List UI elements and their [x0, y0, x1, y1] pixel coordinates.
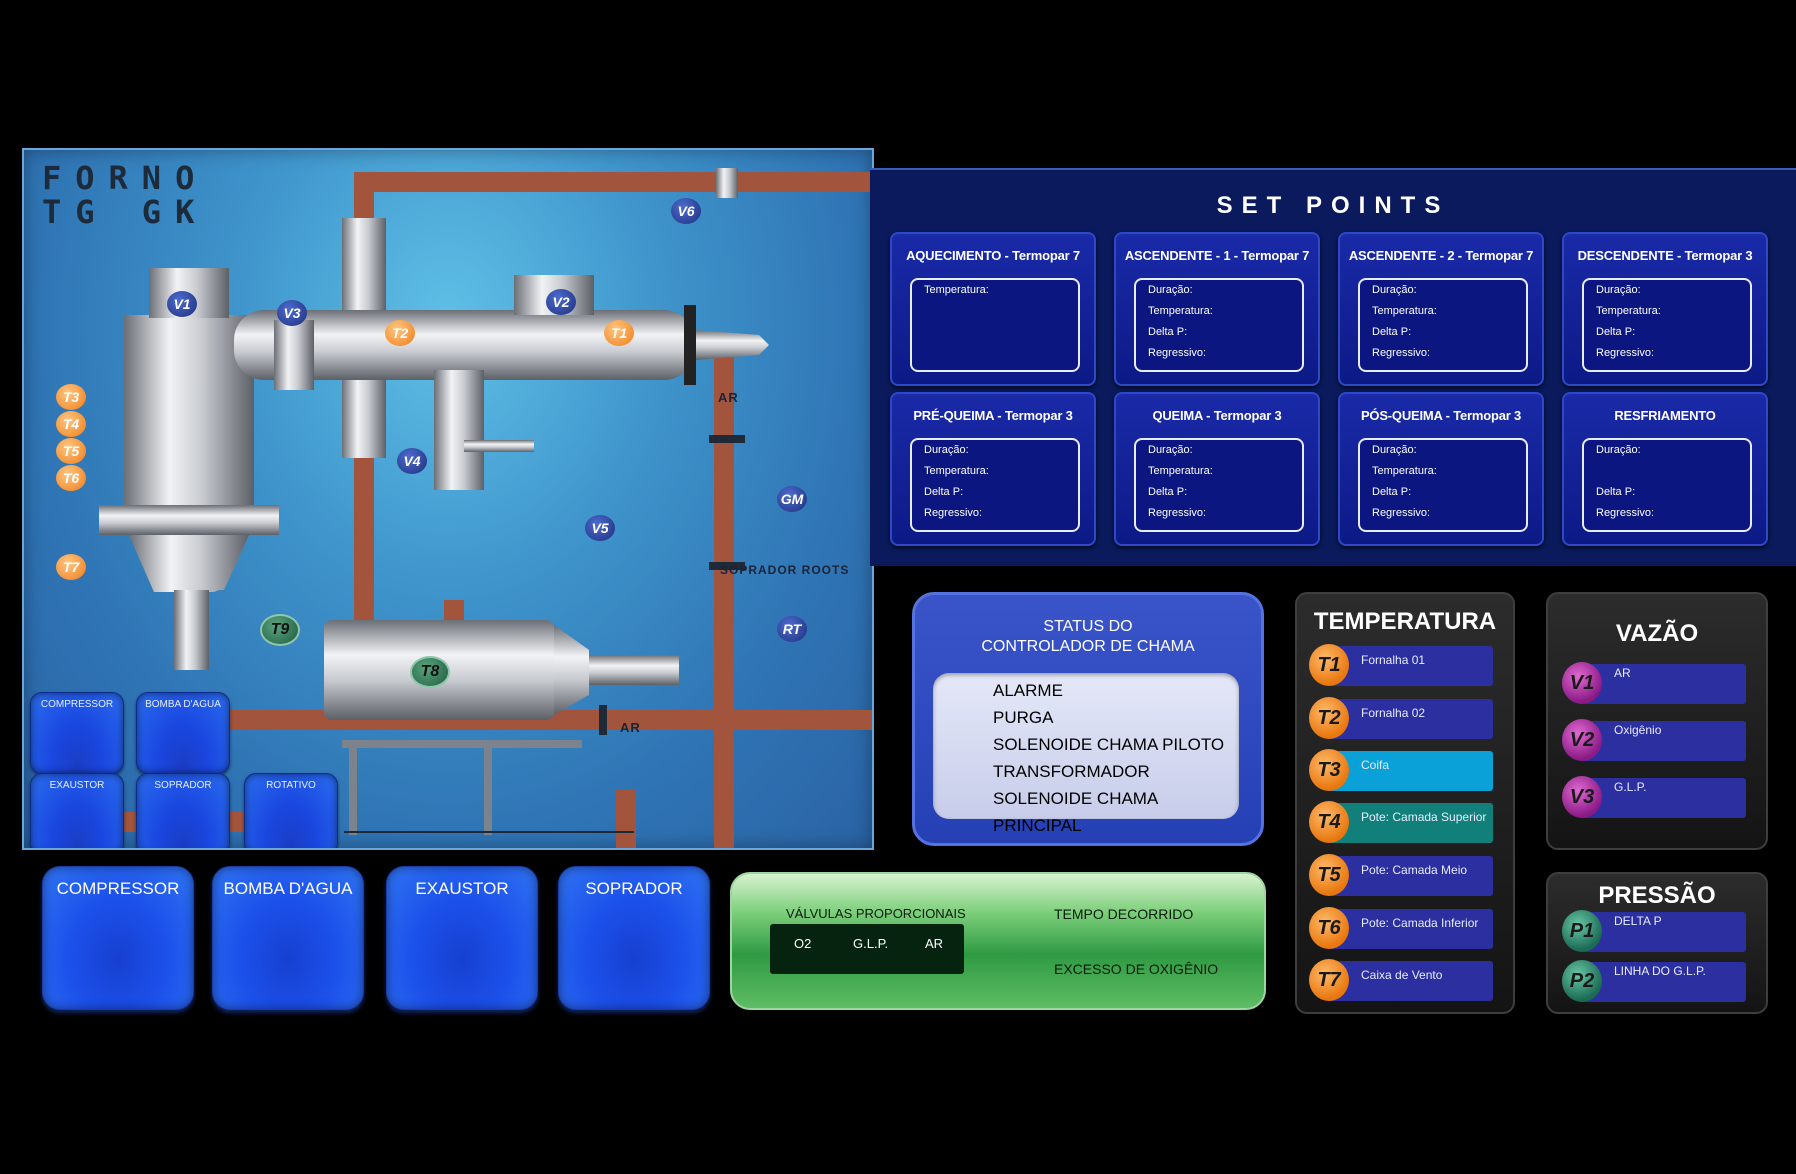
tag-gm[interactable]: GM	[777, 486, 807, 512]
status-title-line2: CONTROLADOR DE CHAMA	[981, 638, 1195, 655]
reactor-base	[174, 590, 209, 670]
heater-cone	[554, 625, 589, 715]
tag-t3[interactable]: T3	[56, 384, 86, 410]
setpoint-card-pos-queima[interactable]: PÓS-QUEIMA - Termopar 3 Duração: Tempera…	[1338, 392, 1544, 546]
descending-pipe	[434, 370, 484, 490]
elapsed-time-label: TEMPO DECORRIDO	[1054, 906, 1194, 922]
mini-button-compressor[interactable]: COMPRESSOR	[30, 692, 124, 774]
pressure-row-p2[interactable]: P2 LINHA DO G.L.P.	[1562, 960, 1746, 1002]
label-ar-bottom: AR	[620, 720, 641, 735]
temperature-title: TEMPERATURA	[1313, 608, 1497, 635]
valve-v4-stem	[464, 440, 534, 452]
setpoint-fields[interactable]: Duração: Temperatura: Delta P: Regressiv…	[1358, 438, 1528, 532]
tag-t1[interactable]: T1	[604, 320, 634, 346]
valve-glp: G.L.P.	[853, 936, 889, 951]
status-list: ALARME PURGA SOLENOIDE CHAMA PILOTO TRAN…	[933, 673, 1239, 835]
tag-t5[interactable]: T5	[56, 438, 86, 464]
valve-v6-body	[716, 168, 738, 198]
flow-panel: VAZÃO V1 AR V2 Oxigênio V3 G.L.P.	[1546, 592, 1768, 850]
temperature-row-t5[interactable]: T5 Pote: Camada Meio	[1309, 854, 1493, 896]
flow-row-v3[interactable]: V3 G.L.P.	[1562, 776, 1746, 818]
status-title-line1: STATUS DO	[1043, 618, 1133, 635]
flame-controller-status-panel: STATUS DO CONTROLADOR DE CHAMA ALARME PU…	[912, 592, 1264, 846]
valve-o2: O2	[794, 936, 812, 951]
label-soprador-roots: SOPRADOR ROOTS	[720, 563, 850, 577]
setpoint-card-queima[interactable]: QUEIMA - Termopar 3 Duração: Temperatura…	[1114, 392, 1320, 546]
proportional-valves-display: O2 G.L.P. AR	[770, 924, 964, 974]
flow-title: VAZÃO	[1615, 620, 1699, 647]
setpoint-card-descendente[interactable]: DESCENDENTE - Termopar 3 Duração: Temper…	[1562, 232, 1768, 386]
setpoint-card-ascendente-1[interactable]: ASCENDENTE - 1 - Termopar 7 Duração: Tem…	[1114, 232, 1320, 386]
mini-button-rotativo[interactable]: ROTATIVO	[244, 773, 338, 848]
status-item-solenoide-principal: SOLENOIDE CHAMA PRINCIPAL	[993, 789, 1158, 835]
tag-t4[interactable]: T4	[56, 411, 86, 437]
setpoint-fields[interactable]: Temperatura:	[910, 278, 1080, 372]
setpoint-fields[interactable]: Duração: Temperatura: Delta P: Regressiv…	[1134, 438, 1304, 532]
setpoint-fields[interactable]: Duração: Temperatura: Delta P: Regressiv…	[1134, 278, 1304, 372]
furnace-title-line2: TG GK	[42, 193, 209, 231]
tag-rt[interactable]: RT	[777, 616, 807, 642]
compressor-button[interactable]: COMPRESSOR	[42, 866, 194, 1010]
temperature-row-t3[interactable]: T3 Coifa	[1309, 749, 1493, 791]
oxygen-excess-label: EXCESSO DE OXIGÊNIO	[1054, 961, 1219, 977]
status-item-alarme: ALARME	[993, 681, 1063, 700]
heater-stand	[342, 740, 582, 748]
temperature-row-t4[interactable]: T4 Pote: Camada Superior	[1309, 801, 1493, 843]
process-info-panel: VÁLVULAS PROPORCIONAIS O2 G.L.P. AR TEMP…	[730, 872, 1266, 1010]
setpoints-title: SET POINTS	[1216, 192, 1450, 219]
setpoint-fields[interactable]: Duração: Temperatura: Delta P: Regressiv…	[1582, 278, 1752, 372]
tag-v3[interactable]: V3	[277, 300, 307, 326]
tag-t6[interactable]: T6	[56, 465, 86, 491]
status-item-solenoide-piloto: SOLENOIDE CHAMA PILOTO	[993, 735, 1225, 754]
furnace-title-line1: FORNO	[42, 159, 209, 197]
temperature-row-t2[interactable]: T2 Fornalha 02	[1309, 697, 1493, 739]
temperature-row-t7[interactable]: T7 Caixa de Vento	[1309, 959, 1493, 1001]
temperature-row-t6[interactable]: T6 Pote: Camada Inferior	[1309, 907, 1493, 949]
setpoint-fields[interactable]: Duração: Temperatura: Delta P: Regressiv…	[910, 438, 1080, 532]
heater-outlet	[589, 655, 679, 685]
soprador-button[interactable]: SOPRADOR	[558, 866, 710, 1010]
exaustor-button[interactable]: EXAUSTOR	[386, 866, 538, 1010]
bomba-dagua-button[interactable]: BOMBA D'AGUA	[212, 866, 364, 1010]
heater-leg-right	[484, 745, 492, 835]
setpoint-card-aquecimento[interactable]: AQUECIMENTO - Termopar 7 Temperatura:	[890, 232, 1096, 386]
heater-leg-left	[349, 745, 357, 835]
tag-t2[interactable]: T2	[385, 320, 415, 346]
valve-ar: AR	[925, 936, 944, 951]
flow-row-v1[interactable]: V1 AR	[1562, 662, 1746, 704]
mini-button-exaustor[interactable]: EXAUSTOR	[30, 773, 124, 848]
burner-nozzle	[696, 330, 769, 360]
furnace-diagram-panel: FORNO TG GK AR AR SOPRADOR ROOTS V1 V2 V…	[22, 148, 874, 850]
burner-cap	[684, 305, 696, 385]
proportional-valves-title: VÁLVULAS PROPORCIONAIS	[786, 906, 966, 921]
tag-t7[interactable]: T7	[56, 554, 86, 580]
label-ar-top: AR	[718, 390, 739, 405]
setpoint-fields[interactable]: Duração: Delta P: Regressivo:	[1582, 438, 1752, 532]
temperature-panel: TEMPERATURA T1 Fornalha 01 T2 Fornalha 0…	[1295, 592, 1515, 1014]
tag-v1[interactable]: V1	[167, 291, 197, 317]
pressure-row-p1[interactable]: P1 DELTA P	[1562, 910, 1746, 952]
mini-button-bomba-dagua[interactable]: BOMBA D'AGUA	[136, 692, 230, 774]
tag-v5[interactable]: V5	[585, 515, 615, 541]
setpoint-card-pre-queima[interactable]: PRÉ-QUEIMA - Termopar 3 Duração: Tempera…	[890, 392, 1096, 546]
reactor-cone	[129, 535, 249, 592]
pressure-panel: PRESSÃO P1 DELTA P P2 LINHA DO G.L.P.	[1546, 872, 1768, 1014]
tag-t8[interactable]: T8	[410, 656, 450, 688]
mini-button-soprador[interactable]: SOPRADOR	[136, 773, 230, 848]
setpoint-card-ascendente-2[interactable]: ASCENDENTE - 2 - Termopar 7 Duração: Tem…	[1338, 232, 1544, 386]
reactor-band	[99, 505, 279, 535]
status-item-transformador: TRANSFORMADOR	[993, 762, 1150, 781]
setpoint-card-resfriamento[interactable]: RESFRIAMENTO Duração: Delta P: Regressiv…	[1562, 392, 1768, 546]
tag-v6[interactable]: V6	[671, 198, 701, 224]
tag-v4[interactable]: V4	[397, 448, 427, 474]
temperature-row-t1[interactable]: T1 Fornalha 01	[1309, 644, 1493, 686]
flow-row-v2[interactable]: V2 Oxigênio	[1562, 719, 1746, 761]
burner-valve-v3	[274, 320, 314, 390]
setpoint-fields[interactable]: Duração: Temperatura: Delta P: Regressiv…	[1358, 278, 1528, 372]
tag-t9[interactable]: T9	[260, 614, 300, 646]
status-item-purga: PURGA	[993, 708, 1054, 727]
setpoints-panel: SET POINTS AQUECIMENTO - Termopar 7 Temp…	[870, 168, 1796, 566]
tag-v2[interactable]: V2	[546, 289, 576, 315]
pressure-title: PRESSÃO	[1598, 882, 1716, 909]
